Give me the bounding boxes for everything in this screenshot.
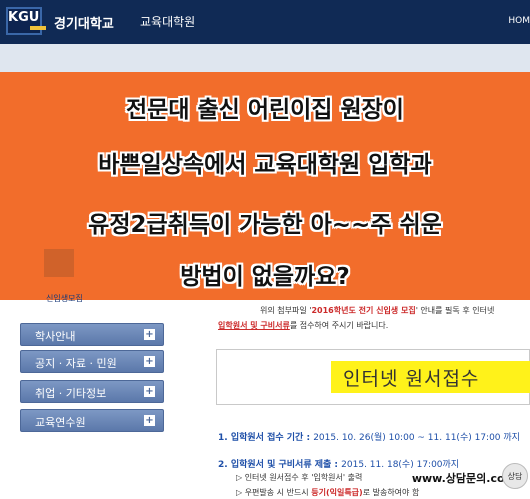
online-application-box[interactable]: 인터넷 원서접수 [216, 349, 530, 405]
document-submission: 2. 입학원서 및 구비서류 제출 : 2015. 11. 18(수) 17:0… [218, 457, 459, 470]
recruit-label[interactable]: 신입생모집 [46, 293, 83, 304]
consult-badge-icon: 상담 [502, 463, 528, 489]
section-title: 1. 입학원서 접수 기간 : [218, 433, 314, 443]
application-docs-link[interactable]: 입학원서 및 구비서류 [218, 321, 290, 330]
sub-navigation-strip [0, 44, 530, 74]
menu-label: 공지 · 자료 · 민원 [35, 357, 117, 370]
plus-icon: + [144, 386, 155, 397]
logo-accent-bar [30, 26, 46, 30]
notice-text: 위의 첨부파일 ' [260, 306, 312, 315]
sub-text: ▷ 인터넷 원서접수 후 '입학원서' 출력 [236, 473, 363, 482]
sub-text: ▷ 우편발송 시 반드시 [236, 488, 312, 497]
notice-text: 를 접수하여 주시기 바랍니다. [289, 321, 389, 330]
graduate-school-name[interactable]: 교육대학원 [140, 13, 195, 30]
section-value: 2015. 10. 26(월) 10:00 ~ 11. 11(수) 17:00 … [313, 433, 520, 443]
sub-text: 로 발송하여야 함 [362, 488, 420, 497]
section-title: 2. 입학원서 및 구비서류 제출 : [218, 460, 342, 470]
registered-mail-note: 등기(익일특급) [311, 488, 363, 497]
menu-training-center[interactable]: 교육연수원 + [20, 409, 164, 432]
banner-line-2: 바쁜일상속에서 교육대학원 입학과 [98, 152, 432, 178]
notice-text: ' 안내를 필독 후 인터넷 [415, 306, 495, 315]
top-header: KGU 경기대학교 교육대학원 HOM [0, 0, 530, 44]
plus-icon: + [144, 415, 155, 426]
banner-line-1: 전문대 출신 어린이집 원장이 [126, 97, 404, 123]
sub-instruction-1: ▷ 인터넷 원서접수 후 '입학원서' 출력 [236, 472, 362, 483]
watermark-text: www.상담문의.com [411, 472, 516, 485]
menu-label: 취업 · 기타정보 [35, 387, 107, 400]
section-value: 2015. 11. 18(수) 17:00까지 [341, 460, 460, 470]
menu-label: 학사안내 [35, 330, 76, 343]
recruit-thumbnail-icon[interactable] [44, 249, 74, 277]
logo-text: KGU [8, 10, 40, 25]
menu-label: 교육연수원 [35, 416, 86, 429]
notice-line-2: 입학원서 및 구비서류를 접수하여 주시기 바랍니다. [218, 320, 388, 331]
menu-employment[interactable]: 취업 · 기타정보 + [20, 380, 164, 403]
menu-notices[interactable]: 공지 · 자료 · 민원 + [20, 350, 164, 373]
attachment-title[interactable]: 2016학년도 전기 신입생 모집 [311, 306, 415, 315]
sub-instruction-2: ▷ 우편발송 시 반드시 등기(익일특급)로 발송하여야 함 [236, 487, 419, 498]
home-link[interactable]: HOM [508, 16, 530, 26]
university-name[interactable]: 경기대학교 [54, 13, 114, 32]
plus-icon: + [144, 356, 155, 367]
menu-academic-info[interactable]: 학사안내 + [20, 323, 164, 346]
notice-line-1: 위의 첨부파일 '2016학년도 전기 신입생 모집' 안내를 필독 후 인터넷 [260, 305, 494, 316]
plus-icon: + [144, 329, 155, 340]
banner-line-4: 방법이 없을까요? [180, 264, 350, 290]
online-application-button[interactable]: 인터넷 원서접수 [343, 364, 479, 391]
application-period: 1. 입학원서 접수 기간 : 2015. 10. 26(월) 10:00 ~ … [218, 430, 520, 443]
banner-line-3: 유정2급취득이 가능한 아~~주 쉬운 [88, 212, 442, 238]
